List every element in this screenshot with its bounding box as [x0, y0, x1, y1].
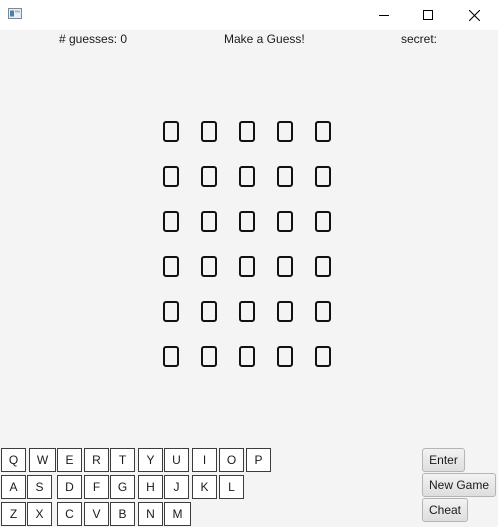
key-z[interactable]: Z	[1, 502, 26, 526]
letter-tile	[315, 301, 331, 322]
key-s[interactable]: S	[27, 475, 52, 499]
letter-tile	[163, 301, 179, 322]
key-h[interactable]: H	[138, 475, 163, 499]
key-i[interactable]: I	[192, 448, 217, 472]
app-icon	[8, 8, 22, 19]
letter-tile	[277, 301, 293, 322]
close-icon	[468, 9, 480, 21]
letter-tile	[239, 346, 255, 367]
key-f[interactable]: F	[84, 475, 109, 499]
key-m[interactable]: M	[164, 502, 191, 526]
letter-tile	[277, 121, 293, 142]
key-b[interactable]: B	[110, 502, 135, 526]
cheat-button[interactable]: Cheat	[422, 498, 468, 522]
key-v[interactable]: V	[84, 502, 109, 526]
letter-tile	[163, 256, 179, 277]
game-area: # guesses: 0 Make a Guess! secret: QWERT…	[0, 30, 498, 527]
key-p[interactable]: P	[246, 448, 271, 472]
letter-tile	[163, 346, 179, 367]
title-bar	[0, 0, 498, 30]
letter-tile	[201, 166, 217, 187]
letter-tile	[201, 121, 217, 142]
letter-tile	[201, 346, 217, 367]
key-t[interactable]: T	[110, 448, 135, 472]
key-n[interactable]: N	[138, 502, 163, 526]
status-message: Make a Guess!	[224, 32, 305, 46]
key-u[interactable]: U	[164, 448, 189, 472]
key-l[interactable]: L	[219, 475, 244, 499]
letter-tile	[315, 256, 331, 277]
letter-tile	[239, 121, 255, 142]
key-w[interactable]: W	[29, 448, 56, 472]
new-game-button[interactable]: New Game	[422, 473, 496, 497]
letter-tile	[239, 166, 255, 187]
letter-tile	[277, 346, 293, 367]
key-e[interactable]: E	[57, 448, 82, 472]
letter-tile	[277, 211, 293, 232]
letter-tile	[315, 346, 331, 367]
letter-tile	[163, 211, 179, 232]
letter-tile	[201, 301, 217, 322]
key-r[interactable]: R	[84, 448, 109, 472]
letter-tile	[163, 166, 179, 187]
key-k[interactable]: K	[192, 475, 217, 499]
key-c[interactable]: C	[57, 502, 82, 526]
letter-tile	[201, 256, 217, 277]
letter-tile	[163, 121, 179, 142]
letter-tile	[315, 166, 331, 187]
letter-tile	[315, 211, 331, 232]
key-d[interactable]: D	[57, 475, 82, 499]
key-g[interactable]: G	[110, 475, 135, 499]
guess-count: # guesses: 0	[59, 32, 128, 46]
close-button[interactable]	[452, 0, 496, 30]
letter-tile	[277, 166, 293, 187]
key-q[interactable]: Q	[1, 448, 26, 472]
minimize-icon	[379, 15, 389, 16]
key-o[interactable]: O	[219, 448, 244, 472]
minimize-button[interactable]	[362, 0, 406, 30]
key-a[interactable]: A	[1, 475, 26, 499]
key-y[interactable]: Y	[138, 448, 163, 472]
maximize-icon	[423, 10, 433, 20]
enter-button[interactable]: Enter	[422, 448, 465, 472]
key-j[interactable]: J	[164, 475, 189, 499]
letter-tile	[277, 256, 293, 277]
guess-grid	[163, 121, 338, 375]
letter-tile	[239, 211, 255, 232]
letter-tile	[239, 301, 255, 322]
letter-tile	[315, 121, 331, 142]
secret-label: secret:	[401, 32, 438, 46]
letter-tile	[239, 256, 255, 277]
key-x[interactable]: X	[27, 502, 52, 526]
maximize-button[interactable]	[406, 0, 450, 30]
letter-tile	[201, 211, 217, 232]
